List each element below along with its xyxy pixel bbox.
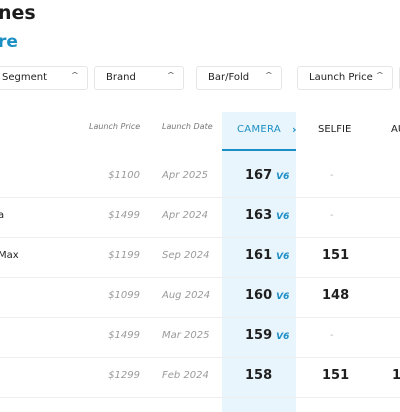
launch-date: Feb 2024	[162, 370, 209, 381]
filter-bar-fold-label: Bar/Fold	[208, 72, 250, 83]
camera-badge: V6	[276, 292, 290, 302]
chevron-right-icon[interactable]: ›	[292, 123, 297, 136]
camera-score: 167 V6	[245, 168, 289, 183]
camera-score: 160 V6	[245, 288, 289, 303]
filter-segment[interactable]: Segment ^	[0, 66, 88, 90]
filter-launch-price-label: Launch Price	[309, 72, 373, 83]
filter-segment-label: Segment	[2, 72, 47, 83]
header-camera[interactable]: CAMERA	[222, 124, 296, 135]
camera-badge: V6	[276, 252, 290, 262]
filter-brand[interactable]: Brand ^	[94, 66, 184, 90]
launch-date: Mar 2025	[162, 330, 210, 341]
camera-badge: V6	[276, 212, 290, 222]
selfie-score: -	[330, 210, 334, 221]
header-audio[interactable]: AU	[391, 124, 400, 135]
camera-column-active-indicator	[222, 149, 296, 151]
camera-score: 159 V6	[245, 328, 289, 343]
camera-score-value: 161	[245, 248, 273, 263]
launch-price: $1199	[108, 250, 140, 261]
launch-date: Aug 2024	[162, 290, 211, 301]
launch-price: $1299	[108, 370, 140, 381]
camera-score: 163 V6	[245, 208, 289, 223]
selfie-score: 151	[322, 248, 350, 263]
launch-date: Sep 2024	[162, 250, 210, 261]
device-name[interactable]: a	[0, 210, 4, 221]
launch-date: Apr 2024	[162, 210, 208, 221]
table-row[interactable]: a $1499 Apr 2024 163 V6 -	[0, 197, 400, 238]
selfie-score: 151	[322, 368, 350, 383]
camera-badge: V6	[276, 332, 290, 342]
table-row[interactable]: $1100 Apr 2025 167 V6 -	[0, 157, 400, 198]
page-title: nes	[0, 2, 36, 24]
audio-score: 1	[392, 368, 400, 383]
launch-price: $1099	[108, 290, 140, 301]
selfie-score: -	[330, 330, 334, 341]
header-selfie[interactable]: SELFIE	[318, 124, 351, 135]
filter-brand-label: Brand	[106, 72, 136, 83]
filter-bar-fold[interactable]: Bar/Fold ^	[196, 66, 282, 90]
camera-score-value: 158	[245, 368, 273, 383]
camera-score-value: 163	[245, 208, 273, 223]
filter-launch-price[interactable]: Launch Price ^	[297, 66, 393, 90]
device-name[interactable]: Max	[0, 250, 19, 261]
table-row[interactable]: Max $1199 Sep 2024 161 V6 151	[0, 237, 400, 278]
page-subtitle-link[interactable]: re	[0, 32, 18, 52]
launch-price: $1499	[108, 210, 140, 221]
selfie-score: -	[330, 170, 334, 181]
camera-score: 161 V6	[245, 248, 289, 263]
table-row[interactable]: $1499 Mar 2025 159 V6 -	[0, 317, 400, 358]
chevron-up-icon: ^	[264, 71, 273, 80]
launch-price: $1499	[108, 330, 140, 341]
camera-score-value: 167	[245, 168, 273, 183]
camera-badge: V6	[276, 172, 290, 182]
selfie-score: 148	[322, 288, 350, 303]
launch-date: Apr 2025	[162, 170, 208, 181]
table-row[interactable]: $1299 Feb 2024 158 151 1	[0, 357, 400, 398]
launch-price: $1100	[108, 170, 140, 181]
camera-score: 158	[245, 368, 276, 383]
header-launch-price[interactable]: Launch Price	[89, 122, 140, 131]
chevron-up-icon: ^	[375, 71, 384, 80]
camera-score-value: 159	[245, 328, 273, 343]
camera-score-value: 160	[245, 288, 273, 303]
table-row[interactable]: $1099 Aug 2024 160 V6 148	[0, 277, 400, 318]
chevron-up-icon: ^	[70, 71, 79, 80]
header-launch-date[interactable]: Launch Date	[162, 122, 213, 131]
chevron-up-icon: ^	[166, 71, 175, 80]
